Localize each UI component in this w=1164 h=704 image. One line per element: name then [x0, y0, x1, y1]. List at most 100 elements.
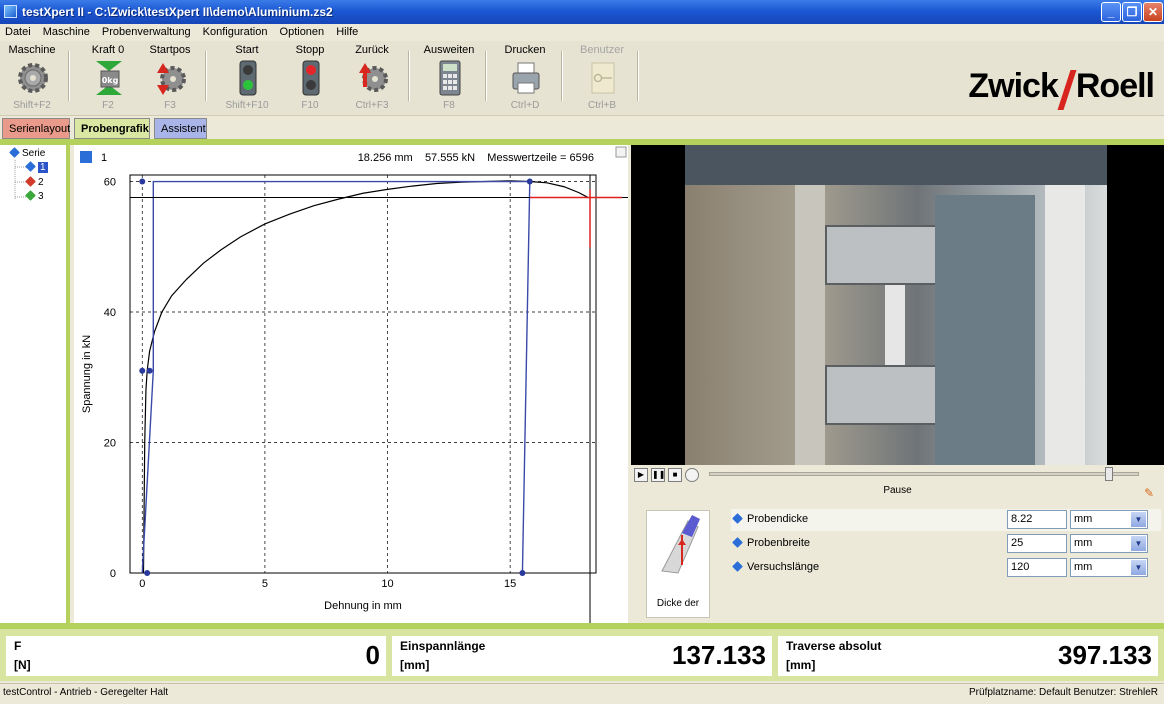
window-title: testXpert II - C:\Zwick\testXpert II\dem… — [22, 5, 333, 19]
x-axis-label: Dehnung in mm — [324, 600, 402, 612]
menu-konfiguration[interactable]: Konfiguration — [198, 24, 272, 38]
x-tick-label: 10 — [381, 578, 393, 590]
startpos-label: Startpos — [149, 44, 191, 56]
readout-einspannlaenge: Einspannlänge [mm] 137.133 — [392, 636, 772, 676]
return-icon — [359, 63, 388, 92]
start-label: Start — [235, 44, 259, 56]
y-tick-label: 60 — [104, 177, 116, 189]
toolbar-separator — [561, 51, 563, 101]
probenbreite-input[interactable]: 25 — [1007, 534, 1067, 553]
play-button[interactable]: ▶ — [634, 468, 648, 482]
param-row-probendicke: Probendicke 8.22 mm ▼ — [731, 509, 1161, 531]
toolbar-separator — [68, 51, 70, 101]
probendicke-unit-select[interactable]: mm ▼ — [1070, 510, 1148, 529]
menu-hilfe[interactable]: Hilfe — [331, 24, 362, 38]
menu-maschine[interactable]: Maschine — [38, 24, 94, 38]
y-tick-label: 0 — [110, 568, 116, 580]
ausweiten-label: Ausweiten — [423, 44, 475, 56]
x-tick-label: 5 — [262, 578, 268, 590]
probendicke-input[interactable]: 8.22 — [1007, 510, 1067, 529]
tab-serienlayout[interactable]: Serienlayout — [2, 118, 70, 139]
start-button[interactable]: Start Shift+F10 — [215, 43, 279, 115]
zwick-roell-logo: Zwick Roell — [968, 67, 1155, 110]
data-marker — [144, 570, 151, 576]
param-label: Versuchslänge — [747, 561, 820, 573]
chart-specimen-marker — [80, 151, 92, 163]
chart-series — [130, 175, 628, 623]
zoom-icon[interactable] — [615, 146, 627, 158]
readout-bar: F [N] 0 Einspannlänge [mm] 137.133 Trave… — [0, 629, 1164, 681]
logo-right-text: Roell — [1075, 67, 1155, 105]
window-title-bar[interactable]: testXpert II - C:\Zwick\testXpert II\dem… — [0, 0, 1164, 24]
probenbreite-unit-select[interactable]: mm ▼ — [1070, 534, 1148, 553]
readout-unit: [mm] — [786, 658, 816, 672]
stopp-button[interactable]: Stopp F10 — [278, 43, 342, 115]
drucken-button[interactable]: Drucken Ctrl+D — [493, 43, 557, 115]
record-button[interactable] — [685, 468, 699, 482]
restore-button[interactable]: ❐ — [1122, 2, 1142, 22]
ausweiten-button[interactable]: Ausweiten F8 — [417, 43, 481, 115]
readout-traverse: Traverse absolut [mm] 397.133 — [778, 636, 1158, 676]
chevron-down-icon[interactable]: ▼ — [1131, 512, 1146, 527]
versuchslaenge-input[interactable]: 120 — [1007, 558, 1067, 577]
specimen-chart-panel[interactable]: 1 18.256 mm 57.555 kN Messwertzeile = 65… — [74, 145, 628, 623]
x-tick-label: 15 — [504, 578, 516, 590]
video-status: Pause — [883, 485, 912, 496]
chart-specimen-number: 1 — [101, 152, 107, 164]
readout-name: Einspannlänge — [400, 639, 486, 653]
force-zero-icon: 0kg — [96, 61, 122, 95]
readout-value: 397.133 — [1058, 640, 1152, 670]
kraft-null-button[interactable]: Kraft 0 0kg F2 — [76, 43, 140, 115]
menu-optionen[interactable]: Optionen — [275, 24, 329, 38]
versuchslaenge-unit-select[interactable]: mm ▼ — [1070, 558, 1148, 577]
readout-unit: [N] — [14, 658, 31, 672]
close-button[interactable]: ✕ — [1143, 2, 1163, 22]
user-key-icon — [591, 62, 615, 94]
video-position-slider[interactable] — [709, 467, 1139, 481]
chevron-down-icon[interactable]: ▼ — [1131, 560, 1146, 575]
logo-slash — [1057, 70, 1077, 110]
ausweiten-shortcut: F8 — [443, 100, 455, 111]
specimen-parameters: Dicke der Probendicke 8.22 mm ▼ Probenbre… — [631, 505, 1164, 623]
menu-probenverwaltung[interactable]: Probenverwaltung — [97, 24, 195, 38]
start-position-icon — [157, 63, 186, 95]
kraft-null-label: Kraft 0 — [91, 44, 125, 56]
benutzer-label: Benutzer — [579, 44, 625, 56]
pin-icon[interactable]: ✎ — [1144, 486, 1156, 500]
chevron-down-icon[interactable]: ▼ — [1131, 536, 1146, 551]
app-icon — [4, 5, 17, 18]
toolbar-separator — [485, 51, 487, 101]
specimen-tree: Serie 1 2 3 — [0, 145, 70, 623]
stopp-shortcut: F10 — [301, 100, 319, 111]
test-video[interactable] — [631, 145, 1164, 465]
video-controls: ▶ ❚❚ ■ Pause ✎ — [631, 465, 1164, 505]
gear-icon — [18, 63, 48, 93]
series-line-1 — [142, 180, 589, 574]
startpos-button[interactable]: Startpos F3 — [138, 43, 202, 115]
pause-button[interactable]: ❚❚ — [651, 468, 665, 482]
traffic-light-red-icon — [302, 60, 320, 96]
y-tick-label: 40 — [104, 307, 116, 319]
readout-name: F — [14, 639, 22, 653]
illustration-caption: Dicke der — [656, 598, 700, 609]
zurueck-label: Zurück — [355, 44, 389, 56]
param-label: Probenbreite — [747, 537, 810, 549]
maschine-button[interactable]: Maschine Shift+F2 — [0, 43, 64, 115]
readout-force: F [N] 0 — [6, 636, 386, 676]
chart-axes: 0 5 10 15 0 20 40 60 — [104, 174, 597, 590]
stress-strain-chart[interactable]: 1 18.256 mm 57.555 kN Messwertzeile = 65… — [74, 145, 628, 623]
status-right: Prüfplatzname: Default Benutzer: Strehle… — [969, 687, 1158, 698]
menu-datei[interactable]: Datei — [0, 24, 35, 38]
minimize-button[interactable]: _ — [1101, 2, 1121, 22]
stop-button[interactable]: ■ — [668, 468, 682, 482]
zurueck-button[interactable]: Zurück Ctrl+F3 — [340, 43, 404, 115]
printer-icon — [512, 62, 540, 94]
data-marker — [139, 178, 146, 185]
toolbar-separator — [205, 51, 207, 101]
data-marker — [139, 367, 146, 374]
tab-assistent[interactable]: Assistent — [154, 118, 207, 139]
benutzer-button[interactable]: Benutzer Ctrl+B — [570, 43, 634, 115]
tab-probengrafik[interactable]: Probengrafik — [74, 118, 150, 139]
startpos-shortcut: F3 — [164, 100, 176, 111]
video-slider-thumb[interactable] — [1104, 467, 1113, 481]
